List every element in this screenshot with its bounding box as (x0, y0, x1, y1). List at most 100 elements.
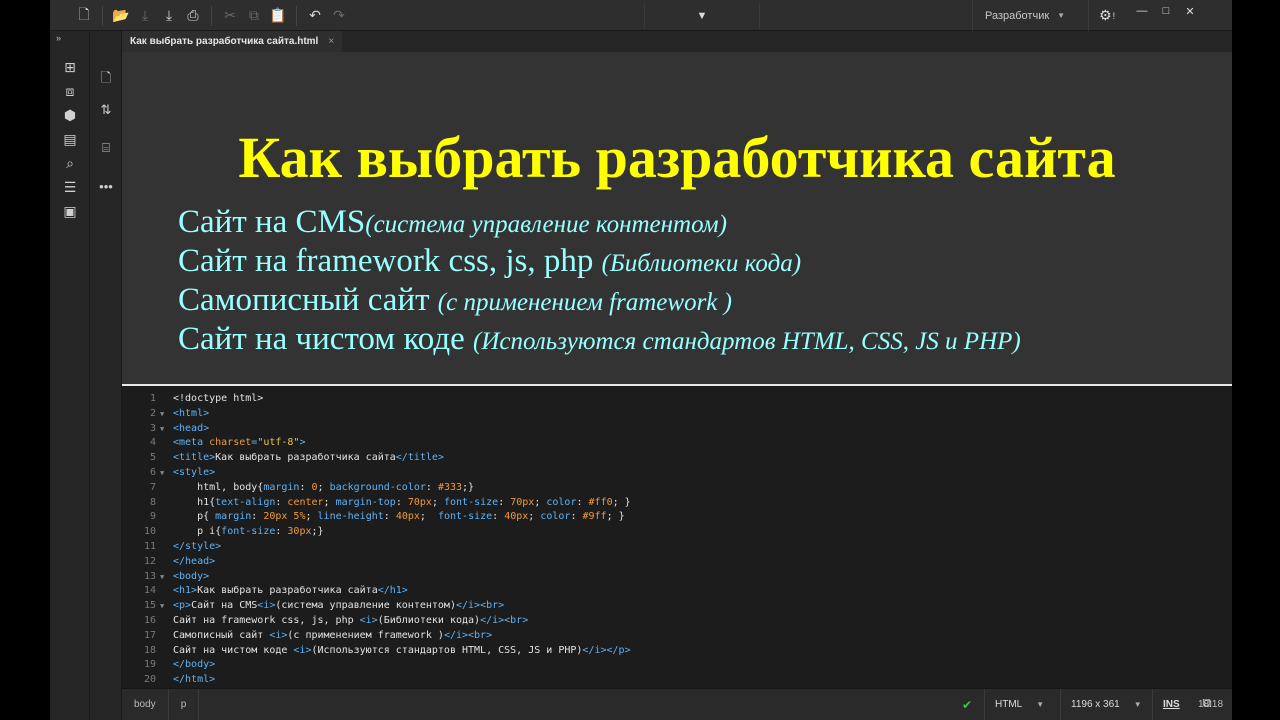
search-icon[interactable]: ⌕ (50, 151, 90, 175)
line-number: 10 (143, 526, 156, 538)
paste-icon[interactable]: 📋 (266, 4, 290, 28)
cut-icon[interactable]: ✂ (218, 4, 242, 28)
code-token: : (251, 511, 264, 523)
settings-button[interactable]: ⚙! (1088, 0, 1128, 31)
code-line[interactable]: 10 p i{font-size: 30px;} (122, 525, 1232, 540)
code-line[interactable]: 5 <title>Как выбрать разработчика сайта</… (122, 451, 1232, 466)
code-line[interactable]: 19 </body> (122, 658, 1232, 673)
minimize-icon[interactable]: — (1130, 5, 1154, 17)
toolbar-dropdown[interactable]: ▼ (644, 3, 760, 29)
code-text: p i{font-size: 30px;} (173, 525, 324, 540)
code-text: </body> (173, 658, 215, 673)
properties-icon[interactable]: ☰ (50, 175, 90, 199)
fold-toggle-icon[interactable]: ▼ (160, 570, 164, 585)
code-line[interactable]: 1 <!doctype html> (122, 392, 1232, 407)
code-token: : (383, 511, 396, 523)
line-number: 13 (143, 570, 156, 582)
code-token: "utf-8" (257, 437, 300, 449)
fold-toggle-icon[interactable]: ▼ (160, 422, 164, 437)
code-text: html, body{margin: 0; background-color: … (173, 481, 474, 496)
insert-panel-icon[interactable]: ⧈ (50, 79, 90, 103)
code-token: ; (534, 496, 547, 508)
code-line[interactable]: 11 </style> (122, 540, 1232, 555)
main-toolbar: 🗋 📂 ⤓ ⤓ ⎙ ✂ ⧉ 📋 ↶ ↷ ▼ Разработчик ▼ ⚙! —… (50, 0, 1232, 31)
code-view-icon[interactable]: ⌸ (90, 133, 122, 163)
code-token: <title> (173, 452, 216, 464)
breadcrumb-tag[interactable]: p (169, 689, 200, 720)
insert-mode[interactable]: INS (1152, 689, 1190, 720)
code-line[interactable]: 17 Самописный сайт <i>(с применением fram… (122, 629, 1232, 644)
line-number: 2 (149, 407, 156, 419)
new-file-icon[interactable]: 🗋 (72, 4, 96, 28)
code-text: <body> (173, 570, 209, 585)
sitemap-icon[interactable]: ⊞ (50, 55, 90, 79)
code-line[interactable]: 14 <h1>Как выбрать разработчика сайта</h1… (122, 584, 1232, 599)
code-line[interactable]: 18 Сайт на чистом коде <i>(Используются с… (122, 644, 1232, 659)
line-number: 16 (143, 615, 156, 626)
code-text: </html> (173, 673, 215, 688)
live-line: Сайт на CMS(система управление контентом… (178, 204, 1021, 243)
image-panel-icon[interactable]: ▣ (50, 199, 90, 223)
window-size-select[interactable]: 1196 x 361 ▼ (1060, 689, 1152, 720)
code-token: </i><br> (443, 629, 493, 641)
code-text: p{ margin: 20px 5%; line-height: 40px; f… (173, 510, 625, 525)
code-token: p{ (173, 511, 216, 523)
live-line-text: Сайт на чистом коде (178, 321, 474, 357)
breadcrumb-tag[interactable]: body (122, 689, 169, 720)
code-token: <body> (173, 570, 210, 582)
open-folder-icon[interactable]: 📂 (109, 4, 133, 28)
code-view[interactable]: 1 <!doctype html> 2 ▼ <html> 3 ▼ <head> 4 <meta c… (122, 386, 1232, 688)
code-line[interactable]: 4 <meta charset="utf-8"> (122, 436, 1232, 451)
save-icon[interactable]: ⤓ (133, 4, 157, 28)
code-line[interactable]: 9 p{ margin: 20px 5%; line-height: 40px;… (122, 510, 1232, 525)
copy-icon[interactable]: ⧉ (242, 4, 266, 28)
preview-icon[interactable]: ⧉ (1196, 692, 1218, 714)
code-token: <meta (173, 437, 210, 449)
linting-status[interactable]: ✔ (962, 689, 972, 720)
code-token: color (540, 511, 571, 523)
file-icon[interactable]: 🗋 (90, 65, 122, 95)
code-line[interactable]: 15 ▼ <p>Сайт на CMS<i>(система управление … (122, 599, 1232, 614)
code-token: : (492, 511, 505, 523)
fold-toggle-icon[interactable]: ▼ (160, 599, 164, 614)
more-options-icon[interactable]: ••• (90, 171, 122, 201)
code-line[interactable]: 7 html, body{margin: 0; background-color… (122, 481, 1232, 496)
sort-icon[interactable]: ⇅ (90, 95, 122, 125)
code-line[interactable]: 3 ▼ <head> (122, 422, 1232, 437)
redo-icon[interactable]: ↷ (327, 4, 351, 28)
print-icon[interactable]: ⎙ (181, 4, 205, 28)
code-token: ; } (612, 496, 631, 508)
code-line[interactable]: 6 ▼ <style> (122, 466, 1232, 481)
code-line[interactable]: 13 ▼ <body> (122, 570, 1232, 585)
code-text: <p>Сайт на CMS<i>(система управление кон… (173, 599, 504, 614)
live-view[interactable]: Как выбрать разработчика сайта Сайт на C… (122, 52, 1232, 384)
fold-toggle-icon[interactable]: ▼ (160, 466, 164, 481)
expand-panels-icon[interactable]: » (50, 31, 89, 47)
toolbar-separator (211, 5, 212, 26)
code-line[interactable]: 16 Сайт на framework css, js, php <i>(Биб… (122, 614, 1232, 629)
code-token: ;} (311, 526, 324, 538)
assets-icon[interactable]: ⬢ (50, 103, 90, 127)
code-token: ; (317, 481, 330, 493)
close-icon[interactable]: × (328, 36, 334, 47)
doc-type-select[interactable]: HTML ▼ (984, 689, 1054, 720)
code-line[interactable]: 2 ▼ <html> (122, 407, 1232, 422)
snippets-icon[interactable]: ▤ (50, 127, 90, 151)
code-token: <i> (293, 644, 312, 656)
fold-toggle-icon[interactable]: ▼ (160, 407, 164, 422)
workspace-switcher[interactable]: Разработчик ▼ (972, 0, 1065, 31)
code-line[interactable]: 20 </html> (122, 673, 1232, 688)
toolbar-separator (102, 5, 103, 26)
code-line[interactable]: 12 </head> (122, 555, 1232, 570)
undo-icon[interactable]: ↶ (303, 4, 327, 28)
save-all-icon[interactable]: ⤓ (157, 4, 181, 28)
maximize-icon[interactable]: □ (1154, 5, 1178, 17)
code-token: </title> (395, 452, 444, 464)
line-number: 14 (143, 585, 156, 597)
close-icon[interactable]: ✕ (1178, 5, 1202, 18)
line-number: 3 (149, 422, 156, 434)
code-token: ; (305, 511, 318, 523)
tab-document[interactable]: Как выбрать разработчика сайта.html × (122, 31, 343, 52)
alert-icon: ! (1112, 10, 1116, 21)
code-line[interactable]: 8 h1{text-align: center; margin-top: 70p… (122, 496, 1232, 511)
